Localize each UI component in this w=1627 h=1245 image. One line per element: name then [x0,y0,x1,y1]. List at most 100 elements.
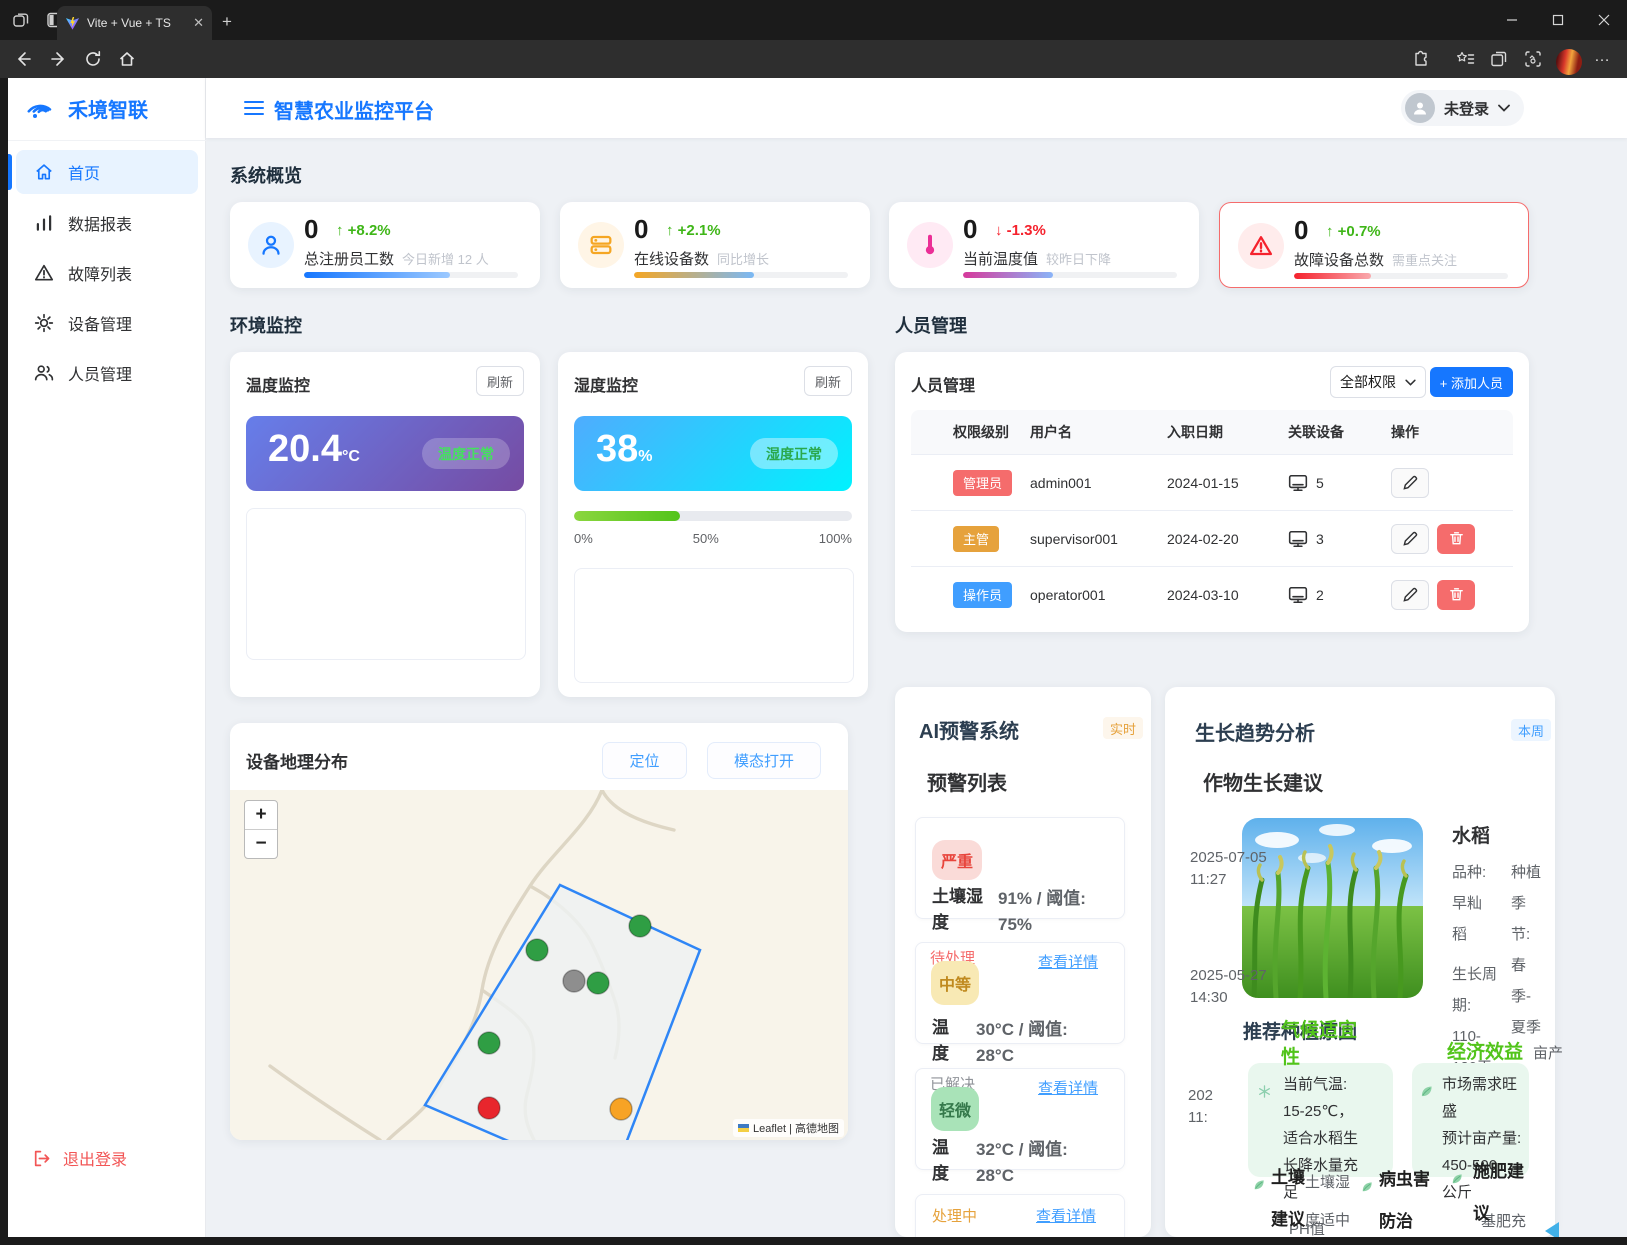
user-menu[interactable]: 未登录 [1401,90,1524,126]
humidity-status-badge: 湿度正常 [750,438,838,469]
alert-metric: 温 度 [932,1135,949,1187]
device-marker-orange[interactable] [610,1098,632,1120]
temperature-card-title: 温度监控 [246,372,310,396]
stat-sublabel: 较昨日下降 [1046,252,1111,267]
tab-title: Vite + Vue + TS [87,16,186,30]
sidebar-item-devices[interactable]: 设备管理 [16,301,198,345]
tab-close-icon[interactable]: ✕ [193,15,204,31]
map-card-title: 设备地理分布 [246,748,348,773]
hamburger-menu-icon[interactable] [244,99,264,117]
maximize-button[interactable] [1535,0,1581,40]
browser-tab[interactable]: Vite + Vue + TS ✕ [57,6,212,40]
delete-button[interactable] [1437,524,1475,554]
sidebar-item-reports[interactable]: 数据报表 [16,201,198,245]
brand-logo-icon [26,92,58,124]
logout-icon [32,1149,51,1168]
soil-advice-title: 土壤 建议 [1271,1157,1305,1237]
zoom-in-button[interactable]: + [245,801,277,830]
stat-sublabel: 需重点关注 [1392,253,1457,268]
workspaces-icon[interactable] [12,11,30,29]
humidity-value: 38% [596,428,653,471]
device-marker-green[interactable] [587,972,609,994]
device-marker-gray[interactable] [563,970,585,992]
alert-item-severe[interactable]: 严重 土壤湿 度 91% / 阈值: 75% [915,817,1125,919]
sidebar-item-label: 首页 [68,160,100,184]
stat-label: 总注册员工数今日新增 12 人 [304,248,489,269]
extensions-icon[interactable] [1412,50,1430,68]
field-polygon[interactable] [425,885,700,1140]
minimize-button[interactable] [1489,0,1535,40]
close-button[interactable] [1581,0,1627,40]
leaflet-flag-icon [738,1124,749,1132]
map[interactable]: + − Leaflet | 高德地图 [230,790,848,1140]
device-marker-green[interactable] [526,939,548,961]
sprout-icon [1253,1179,1265,1191]
view-details-link[interactable]: 查看详情 [1038,951,1098,972]
back-icon[interactable] [14,50,32,68]
temperature-banner: 20.4°C 温度正常 [246,416,524,491]
alert-item-processing[interactable]: 处理中 查看详情 [915,1194,1125,1237]
temperature-refresh-button[interactable]: 刷新 [476,366,524,396]
edit-button[interactable] [1391,468,1429,498]
user-name: 未登录 [1444,98,1489,119]
sidebar-item-home[interactable]: 首页 [16,150,198,194]
forward-icon[interactable] [50,50,68,68]
zoom-out-button[interactable]: − [245,830,277,858]
alert-item-light[interactable]: 已解决 轻微 查看详情 温 度 32°C / 阈值: 28°C [915,1068,1125,1170]
bar-chart-icon [34,213,54,233]
refresh-icon[interactable] [84,50,102,68]
window-bottom-border [0,1237,1627,1245]
humidity-progress [574,511,852,521]
open-modal-button[interactable]: 模态打开 [707,742,821,779]
home-icon[interactable] [118,50,136,68]
edit-button[interactable] [1391,524,1429,554]
sidebar-item-personnel[interactable]: 人员管理 [16,351,198,395]
profile-avatar[interactable] [1556,49,1582,75]
view-details-link[interactable]: 查看详情 [1036,1205,1096,1226]
severity-badge: 严重 [932,840,982,880]
sidebar-item-label: 故障列表 [68,261,132,285]
page-header: 智慧农业监控平台 未登录 [206,78,1627,138]
humidity-banner: 38% 湿度正常 [574,416,852,491]
humidity-card: 湿度监控 刷新 38% 湿度正常 0%50%100% [558,352,868,697]
alert-item-medium[interactable]: 待处理 中等 查看详情 温 度 30°C / 阈值: 28°C [915,942,1125,1044]
temperature-status-badge: 温度正常 [422,438,510,469]
sidebar-item-label: 设备管理 [68,311,132,335]
favorites-icon[interactable] [1456,50,1475,68]
delete-button[interactable] [1437,580,1475,610]
logout-label: 退出登录 [63,1146,127,1170]
new-tab-button[interactable]: + [222,12,232,32]
severity-badge: 中等 [931,961,979,1005]
view-details-link[interactable]: 查看详情 [1038,1077,1098,1098]
stat-label: 当前温度值较昨日下降 [963,248,1111,269]
date-cell: 2024-03-10 [1167,587,1288,603]
edit-button[interactable] [1391,580,1429,610]
alert-value: 32°C / 阈值: 28°C [976,1137,1068,1189]
gear-icon [34,313,54,333]
sidebar-item-label: 人员管理 [68,361,132,385]
stat-progress [304,272,518,278]
realtime-badge: 实时 [1103,717,1143,739]
add-person-button[interactable]: + 添加人员 [1430,367,1513,397]
logout-button[interactable]: 退出登录 [32,1146,127,1170]
permission-filter-select[interactable]: 全部权限 [1330,366,1426,398]
device-marker-green[interactable] [478,1032,500,1054]
rice-field-image [1242,818,1423,998]
humidity-card-title: 湿度监控 [574,372,638,396]
username-cell: supervisor001 [1030,531,1167,547]
humidity-unit: % [638,448,652,465]
table-row: 管理员 admin001 2024-01-15 5 [911,454,1513,510]
screenshot-icon[interactable] [1524,50,1542,68]
device-marker-red[interactable] [478,1097,500,1119]
humidity-refresh-button[interactable]: 刷新 [804,366,852,396]
locate-button[interactable]: 定位 [602,742,687,779]
temperature-card: 温度监控 刷新 20.4°C 温度正常 [230,352,540,697]
settings-menu-icon[interactable]: … [1594,48,1611,66]
collections-icon[interactable] [1490,50,1508,68]
crop-season: 种植 季 节: 春 季- 夏季 [1511,857,1541,1043]
dashboard-page: 禾境智联 首页 数据报表 故障列表 设备管理 人员管理 [8,78,1627,1237]
table-row: 主管 supervisor001 2024-02-20 3 [911,510,1513,566]
sidebar-item-faults[interactable]: 故障列表 [16,251,198,295]
device-marker-green[interactable] [629,915,651,937]
browser-window: Vite + Vue + TS ✕ + localhost:5173/dashb… [0,0,1627,1245]
